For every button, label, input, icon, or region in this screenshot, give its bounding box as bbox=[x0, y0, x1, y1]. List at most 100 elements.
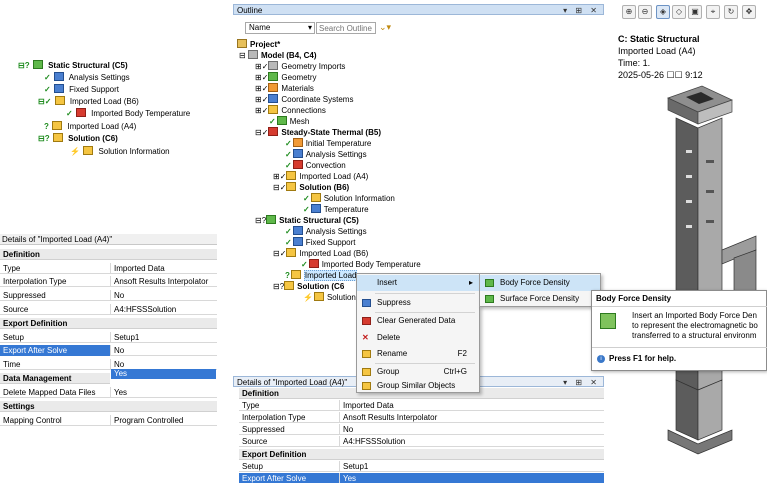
pane-buttons[interactable]: ▾ ⊞ ✕ bbox=[563, 5, 600, 16]
expand-icon[interactable]: ⊞✓ bbox=[255, 84, 268, 93]
row-value[interactable]: Imported Data bbox=[339, 400, 604, 411]
tree-item-imported-load-selected[interactable]: ? Imported Load bbox=[285, 270, 358, 281]
tree-item-solution-information[interactable]: ✓ Solution Information bbox=[303, 193, 395, 204]
section-header-export-definition[interactable]: Export Definition bbox=[0, 318, 217, 329]
tree-item-imported-load-a4[interactable]: ⊞✓ Imported Load (A4) bbox=[273, 171, 368, 182]
row-value[interactable]: A4:HFSSSolution bbox=[339, 436, 604, 447]
details-row[interactable]: Setup Setup1 bbox=[239, 461, 604, 472]
tree-item-temperature[interactable]: ✓ Temperature bbox=[303, 204, 369, 215]
details-row-export-after-solve[interactable]: Export After Solve Yes bbox=[239, 473, 604, 483]
details-row[interactable]: Interpolation Type Ansoft Results Interpo… bbox=[239, 412, 604, 423]
tree-item-model[interactable]: ⊟ Model (B4, C4) bbox=[239, 50, 317, 61]
details-row-export-after-solve[interactable]: Export After Solve No bbox=[0, 345, 217, 356]
tree-item-analysis-settings[interactable]: ✓ Analysis Settings bbox=[44, 72, 130, 83]
tree-item-static-structural[interactable]: ⊟? Static Structural (C5) bbox=[18, 60, 128, 71]
details-row[interactable]: Interpolation Type Ansoft Results Interpo… bbox=[0, 276, 217, 287]
tree-item-fixed-support[interactable]: ✓ Fixed Support bbox=[285, 237, 356, 248]
collapse-icon[interactable]: ⊟✓ bbox=[255, 128, 268, 137]
outline-filter-dropdown[interactable]: Name ▾ bbox=[245, 22, 315, 34]
tree-item-imported-load-a4[interactable]: ? Imported Load (A4) bbox=[44, 121, 136, 132]
details-row[interactable]: Source A4:HFSSSolution bbox=[239, 436, 604, 447]
row-value[interactable]: A4:HFSSSolution bbox=[110, 304, 217, 315]
tooltip-line: Insert an Imported Body Force Den bbox=[632, 311, 757, 320]
collapse-icon[interactable]: ⊟✓ bbox=[273, 249, 286, 258]
submenu-item-body-force-density[interactable]: Body Force Density bbox=[480, 275, 600, 291]
tree-item-materials[interactable]: ⊞✓ Materials bbox=[255, 83, 314, 94]
row-value[interactable]: Setup1 bbox=[110, 332, 217, 343]
tree-item-initial-temperature[interactable]: ✓ Initial Temperature bbox=[285, 138, 371, 149]
details-row[interactable]: Delete Mapped Data Files Yes bbox=[0, 387, 217, 398]
menu-item-clear-generated-data[interactable]: Clear Generated Data bbox=[357, 313, 479, 329]
tree-item-coordinate-systems[interactable]: ⊞✓ Coordinate Systems bbox=[255, 94, 353, 105]
tree-item-mesh[interactable]: ✓ Mesh bbox=[269, 116, 309, 127]
tree-item-connections[interactable]: ⊞✓ Connections bbox=[255, 105, 326, 116]
tree-item-solution-b6[interactable]: ⊟✓ Solution (B6) bbox=[273, 182, 349, 193]
section-header-settings[interactable]: Settings bbox=[0, 401, 217, 412]
tree-item-imported-load-b6[interactable]: ⊟✓ Imported Load (B6) bbox=[38, 96, 139, 107]
expand-icon[interactable]: ⊞✓ bbox=[255, 95, 268, 104]
details-title: Details of "Imported Load (A4)" bbox=[237, 378, 348, 387]
menu-item-rename[interactable]: Rename F2 bbox=[357, 346, 479, 362]
expand-icon[interactable]: ⊞✓ bbox=[255, 62, 268, 71]
collapse-icon[interactable]: ⊟? bbox=[273, 282, 284, 291]
tree-item-fixed-support[interactable]: ✓ Fixed Support bbox=[44, 84, 119, 95]
tree-label: Convection bbox=[305, 161, 346, 170]
collapse-icon[interactable]: ⊟ bbox=[239, 51, 248, 60]
row-value[interactable]: Program Controlled bbox=[110, 415, 217, 426]
expand-icon[interactable]: ⊞✓ bbox=[273, 172, 286, 181]
row-value[interactable]: Ansoft Results Interpolator bbox=[339, 412, 604, 423]
tree-item-static-structural[interactable]: ⊟? Static Structural (C5) bbox=[255, 215, 359, 226]
tree-item-imported-load-b6[interactable]: ⊟✓ Imported Load (B6) bbox=[273, 248, 368, 259]
tree-item-geometry-imports[interactable]: ⊞✓ Geometry Imports bbox=[255, 61, 345, 72]
filter-options-icon[interactable]: ⌄▾ bbox=[379, 22, 391, 33]
expand-collapse-icon[interactable]: ⊟? bbox=[38, 134, 50, 143]
expand-icon[interactable]: ⊞✓ bbox=[255, 73, 268, 82]
dropdown-current-value[interactable]: No bbox=[110, 345, 217, 356]
details-row[interactable]: Setup Setup1 bbox=[0, 332, 217, 343]
expand-collapse-icon[interactable]: ⊟? bbox=[18, 61, 30, 70]
section-header-data-management[interactable]: Data Management bbox=[0, 373, 110, 384]
section-header-definition[interactable]: Definition bbox=[0, 249, 217, 260]
tree-item-analysis-settings-c[interactable]: ✓ Analysis Settings bbox=[285, 226, 367, 237]
collapse-icon[interactable]: ⊟? bbox=[255, 216, 266, 225]
details-row[interactable]: Type Imported Data bbox=[0, 263, 217, 274]
row-value[interactable]: Setup1 bbox=[339, 461, 604, 472]
tree-item-convection[interactable]: ✓ Convection bbox=[285, 160, 346, 171]
row-value[interactable]: Ansoft Results Interpolator bbox=[110, 276, 217, 287]
geometry-viewer[interactable]: ⊕ ⊖ ◈ ◇ ▣ ⌖ ↻ ✥ C: Static Structural Imp… bbox=[606, 0, 767, 483]
tree-item-project[interactable]: Project* bbox=[237, 39, 280, 50]
collapse-icon[interactable]: ⊟✓ bbox=[273, 183, 286, 192]
details-row[interactable]: Suppressed No bbox=[239, 424, 604, 435]
details-row[interactable]: Source A4:HFSSSolution bbox=[0, 304, 217, 315]
menu-item-group-similar-objects[interactable]: Group Similar Objects bbox=[357, 378, 479, 394]
tree-item-solution-information-c[interactable]: ⚡ Solution bbox=[303, 292, 356, 303]
outline-search-input[interactable] bbox=[316, 22, 376, 34]
expand-collapse-icon[interactable]: ⊟✓ bbox=[38, 97, 51, 106]
tree-item-solution-c6[interactable]: ⊟? Solution (C6) bbox=[38, 133, 118, 144]
tree-item-solution-information[interactable]: ⚡ Solution Information bbox=[70, 146, 170, 157]
details-row[interactable]: Suppressed No bbox=[0, 290, 217, 301]
details-row[interactable]: Type Imported Data bbox=[239, 400, 604, 411]
section-header-export-definition[interactable]: Export Definition bbox=[239, 449, 604, 460]
row-value[interactable]: No bbox=[110, 290, 217, 301]
tree-item-solution-c6[interactable]: ⊟? Solution (C6 bbox=[273, 281, 344, 292]
tree-item-geometry[interactable]: ⊞✓ Geometry bbox=[255, 72, 317, 83]
pane-buttons[interactable]: ▾ ⊞ ✕ bbox=[563, 377, 600, 388]
tree-item-steady-state-thermal[interactable]: ⊟✓ Steady-State Thermal (B5) bbox=[255, 127, 381, 138]
tree-item-analysis-settings-b[interactable]: ✓ Analysis Settings bbox=[285, 149, 367, 160]
imported-load-icon bbox=[54, 96, 65, 105]
row-value[interactable]: Imported Data bbox=[110, 263, 217, 274]
dropdown-option-yes[interactable]: Yes bbox=[111, 369, 216, 379]
menu-item-delete[interactable]: ✕ Delete bbox=[357, 330, 479, 346]
row-value[interactable]: No bbox=[339, 424, 604, 435]
submenu-item-surface-force-density[interactable]: Surface Force Density bbox=[480, 291, 600, 307]
tree-item-imported-body-temperature[interactable]: ✓ Imported Body Temperature bbox=[301, 259, 421, 270]
details-row[interactable]: Mapping Control Program Controlled bbox=[0, 415, 217, 426]
tree-item-imported-body-temperature[interactable]: ✓ Imported Body Temperature bbox=[66, 108, 190, 119]
menu-item-suppress[interactable]: Suppress bbox=[357, 295, 479, 311]
row-value[interactable]: Yes bbox=[110, 387, 217, 398]
menu-item-insert[interactable]: Insert ▸ bbox=[357, 275, 479, 291]
row-value[interactable]: Yes bbox=[339, 473, 604, 483]
expand-icon[interactable]: ⊞✓ bbox=[255, 106, 268, 115]
materials-icon bbox=[268, 83, 279, 92]
